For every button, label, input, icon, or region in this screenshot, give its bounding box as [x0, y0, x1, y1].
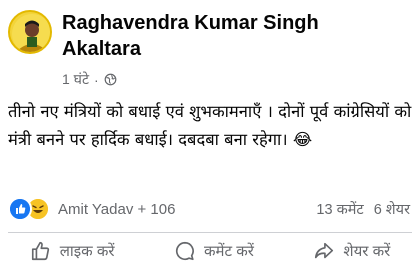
globe-icon — [104, 73, 117, 86]
like-icon — [8, 197, 32, 221]
post-meta: 1 घंटे · — [62, 70, 117, 89]
divider — [8, 232, 412, 233]
author-name[interactable]: Raghavendra Kumar Singh Akaltara — [62, 10, 402, 62]
share-icon — [315, 242, 334, 259]
share-label: शेयर करें — [343, 243, 391, 260]
post-time[interactable]: 1 घंटे — [62, 70, 89, 89]
post-stats: 13 कमेंट 6 शेयर — [316, 199, 410, 219]
share-count[interactable]: 6 शेयर — [374, 199, 410, 219]
comment-count[interactable]: 13 कमेंट — [316, 199, 363, 219]
reaction-summary[interactable]: Amit Yadav + 106 — [8, 197, 175, 221]
like-label: लाइक करें — [59, 243, 115, 260]
post-text: तीनो नए मंत्रियों को बधाई एवं शुभकामनाएँ… — [8, 102, 412, 149]
comment-icon — [176, 241, 194, 261]
thumbs-up-icon — [31, 241, 49, 261]
reaction-count[interactable]: Amit Yadav + 106 — [58, 201, 175, 218]
action-bar: लाइक करें कमेंट करें शेयर करें — [0, 240, 420, 262]
comment-button[interactable]: कमेंट करें — [174, 240, 254, 262]
share-button[interactable]: शेयर करें — [313, 240, 390, 262]
like-button[interactable]: लाइक करें — [30, 240, 115, 262]
comment-label: कमेंट करें — [204, 243, 254, 260]
author-avatar[interactable] — [8, 10, 52, 54]
separator-dot: · — [94, 71, 99, 88]
